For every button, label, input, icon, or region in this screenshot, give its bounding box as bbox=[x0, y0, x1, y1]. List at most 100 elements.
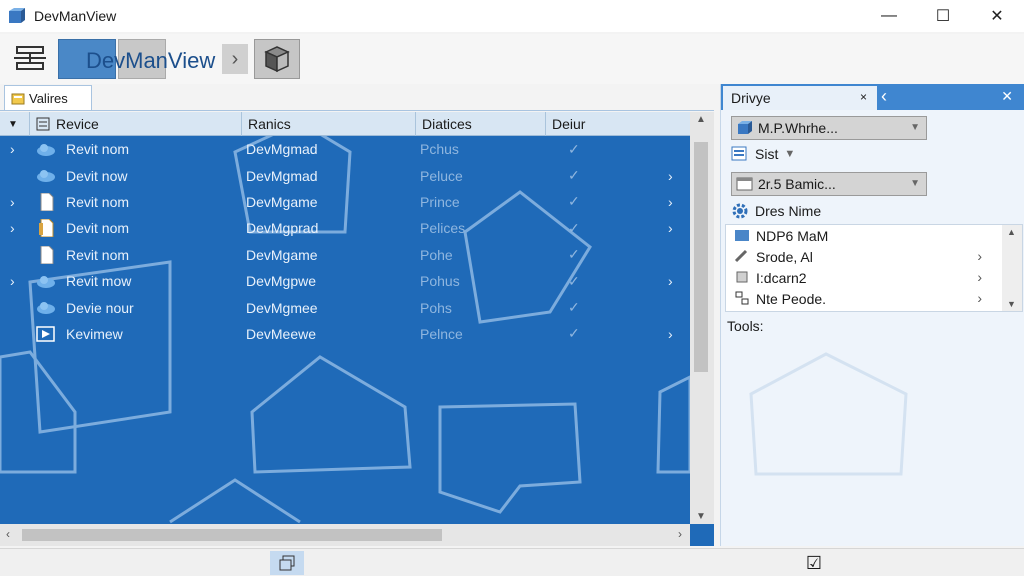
check-icon: ✓ bbox=[568, 246, 580, 263]
device-name: Revit nom bbox=[66, 193, 130, 210]
chevron-right-icon[interactable]: › bbox=[977, 290, 982, 306]
list-item[interactable]: I:dcarn2 › bbox=[726, 267, 1022, 288]
dres-name-row[interactable]: Dres Nime bbox=[731, 202, 821, 220]
column-header-status[interactable]: Diatices bbox=[416, 112, 546, 136]
sist-row[interactable]: Sist ▼ bbox=[731, 146, 795, 162]
status-text: Pelnce bbox=[420, 325, 463, 342]
expand-chevron-icon[interactable]: › bbox=[10, 273, 15, 289]
scroll-up-icon[interactable]: ▲ bbox=[696, 114, 706, 125]
devmanview-window: DevManView — ☐ ✕ DevManView › Valires ▼ … bbox=[0, 0, 1024, 576]
column-header-status-label: Diatices bbox=[422, 116, 472, 132]
table-row[interactable]: Revit nom DevMgame Pohe ✓ bbox=[0, 242, 690, 268]
check-icon: ✓ bbox=[568, 193, 580, 210]
tab-driver[interactable]: Drivye × bbox=[723, 86, 877, 110]
column-header-device-label: Revice bbox=[56, 116, 99, 132]
list-item[interactable]: Srode, Al › bbox=[726, 246, 1022, 267]
scroll-down-icon[interactable]: ▼ bbox=[696, 511, 706, 522]
row-arrow-icon[interactable]: › bbox=[668, 194, 673, 210]
check-icon: ✓ bbox=[568, 140, 580, 157]
status-text: Pohs bbox=[420, 299, 452, 316]
sist-arrow-icon[interactable]: ▼ bbox=[784, 148, 795, 160]
check-icon: ✓ bbox=[568, 219, 580, 236]
chip-icon bbox=[736, 271, 748, 283]
hscroll-thumb[interactable] bbox=[22, 529, 442, 541]
row-arrow-icon[interactable]: › bbox=[668, 273, 673, 289]
checkbox-button[interactable]: ☑ bbox=[800, 551, 828, 575]
tree-view-button[interactable] bbox=[10, 42, 50, 76]
device-name: Kevimew bbox=[66, 325, 123, 342]
row-arrow-icon[interactable]: › bbox=[668, 326, 673, 342]
list-item[interactable]: NDP6 MaM bbox=[726, 225, 1022, 246]
tab-values[interactable]: Valires bbox=[4, 85, 92, 111]
box-icon bbox=[264, 46, 290, 73]
vertical-scrollbar[interactable]: ▲ ▼ bbox=[690, 112, 714, 524]
driver-dropdown[interactable]: 2r.5 Bamic... ▼ bbox=[731, 172, 927, 196]
tree-icon bbox=[14, 46, 46, 70]
driver-name: DevMgmad bbox=[246, 141, 318, 158]
scroll-up-icon[interactable]: ▲ bbox=[1007, 227, 1016, 237]
column-header-detail[interactable]: Deiur bbox=[546, 112, 690, 136]
table-row[interactable]: › Revit nom DevMgame Prince ✓ › bbox=[0, 189, 690, 215]
close-button[interactable]: ✕ bbox=[970, 0, 1024, 32]
calendar-icon bbox=[736, 177, 753, 191]
table-row[interactable]: › Revit nom DevMgmad Pchus ✓ bbox=[0, 136, 690, 162]
expand-chevron-icon[interactable]: › bbox=[10, 194, 15, 210]
horizontal-scrollbar[interactable]: ‹ › bbox=[0, 524, 690, 546]
status-text: Pohe bbox=[420, 246, 453, 263]
column-header-driver[interactable]: Ranics bbox=[242, 112, 416, 136]
device-dropdown[interactable]: M.P.Whrhe... ▼ bbox=[731, 116, 927, 140]
driver-name: DevMeewe bbox=[246, 325, 317, 342]
row-arrow-icon[interactable]: › bbox=[668, 220, 673, 236]
expand-chevron-icon[interactable]: › bbox=[10, 141, 15, 157]
cloud-icon bbox=[37, 170, 55, 183]
device-dropdown-value: M.P.Whrhe... bbox=[758, 120, 838, 136]
back-arrow-icon[interactable]: ‹ bbox=[881, 86, 887, 107]
row-arrow-icon[interactable]: › bbox=[668, 168, 673, 184]
tab-close-icon[interactable]: × bbox=[860, 90, 867, 104]
device-name: Revit mow bbox=[66, 273, 132, 290]
copy-button[interactable] bbox=[270, 551, 304, 575]
check-icon: ✓ bbox=[568, 167, 580, 184]
chevron-right-icon[interactable]: › bbox=[977, 269, 982, 285]
chevron-right-icon[interactable]: › bbox=[977, 248, 982, 264]
folder-icon bbox=[735, 230, 749, 241]
device-list: ▼ Revice Ranics Diatices Deiur › Revit n… bbox=[0, 112, 714, 546]
expand-chevron-icon[interactable]: › bbox=[10, 220, 15, 236]
cloud-icon bbox=[37, 302, 55, 315]
forward-arrow-button[interactable]: › bbox=[222, 44, 248, 74]
device-box-button[interactable] bbox=[254, 39, 300, 79]
table-row[interactable]: › Revit mow DevMgpwe Pohus ✓ › bbox=[0, 268, 690, 294]
toolbar: DevManView › bbox=[0, 34, 1024, 84]
table-row[interactable]: Devie nour DevMgmee Pohs ✓ bbox=[0, 294, 690, 320]
driver-name: DevMgmee bbox=[246, 299, 318, 316]
chevron-down-icon: ▼ bbox=[910, 178, 920, 189]
list-scrollbar[interactable]: ▲ ▼ bbox=[1002, 225, 1022, 311]
title-bar: DevManView — ☐ ✕ bbox=[0, 0, 1024, 32]
sist-label: Sist bbox=[755, 146, 779, 162]
tab-driver-label: Drivye bbox=[731, 90, 771, 106]
list-item-label: NDP6 MaM bbox=[756, 227, 829, 244]
column-header-device[interactable]: Revice bbox=[30, 112, 242, 136]
table-row[interactable]: Devit now DevMgmad Peluce ✓ › bbox=[0, 162, 690, 188]
table-row[interactable]: › Devit nom DevMgprad Pelices ✓ › bbox=[0, 215, 690, 241]
scroll-right-icon[interactable]: › bbox=[678, 527, 682, 541]
tab-strip-divider bbox=[0, 110, 714, 111]
status-text: Peluce bbox=[420, 167, 463, 184]
scroll-down-icon[interactable]: ▼ bbox=[1007, 299, 1016, 309]
scroll-thumb[interactable] bbox=[694, 142, 708, 372]
minimize-button[interactable]: — bbox=[862, 0, 916, 32]
chevron-down-icon: ▼ bbox=[910, 122, 920, 133]
list-item[interactable]: Nte Peode. › bbox=[726, 288, 1022, 309]
sort-toggle[interactable]: ▼ bbox=[0, 112, 30, 136]
check-icon: ✓ bbox=[568, 299, 580, 316]
scroll-left-icon[interactable]: ‹ bbox=[6, 527, 10, 541]
panel-close-icon[interactable]: ✕ bbox=[1001, 88, 1013, 105]
status-text: Prince bbox=[420, 193, 460, 210]
tools-label: Tools: bbox=[727, 318, 764, 334]
tab-values-icon bbox=[11, 93, 25, 104]
maximize-button[interactable]: ☐ bbox=[916, 0, 970, 32]
document-icon bbox=[40, 245, 54, 264]
list-item-label: Nte Peode. bbox=[756, 290, 827, 307]
table-row[interactable]: Kevimew DevMeewe Pelnce ✓ › bbox=[0, 321, 690, 347]
driver-details-list: NDP6 MaM Srode, Al › I:dcarn2 › Nte Peod… bbox=[725, 224, 1023, 312]
